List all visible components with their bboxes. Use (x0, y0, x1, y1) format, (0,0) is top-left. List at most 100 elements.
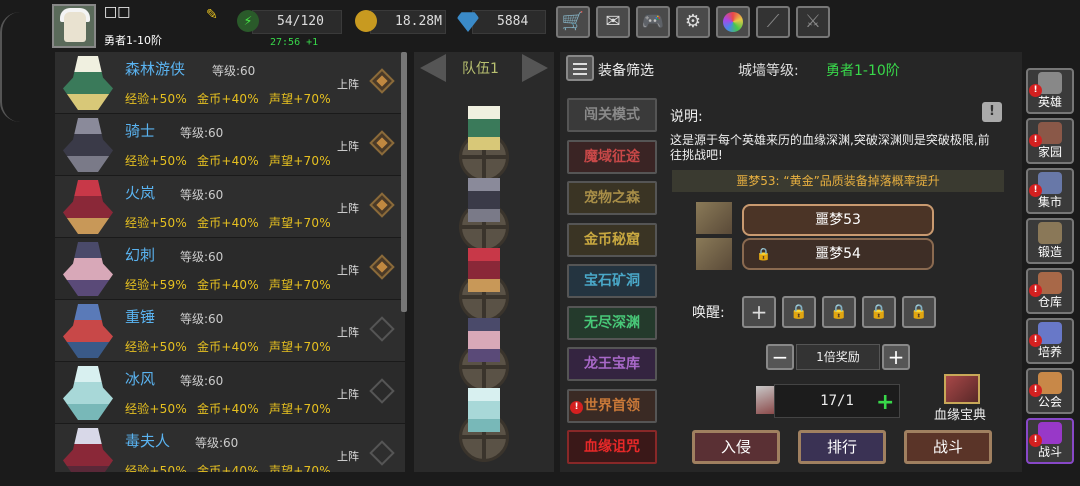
deploy-label[interactable]: 上阵 (337, 138, 359, 154)
mode-button[interactable]: 世界首领! (567, 388, 657, 423)
tier-reward-icon-1 (696, 202, 732, 234)
deploy-label[interactable]: 上阵 (337, 200, 359, 216)
hero-bonus-stats: 经验+50% 金币+40% 声望+70% (125, 152, 341, 169)
team-hero-sprite-1 (468, 106, 500, 150)
energy-timer: 27:56 +1 (270, 37, 319, 48)
mode-button[interactable]: 魔域征途 (567, 139, 657, 174)
hero-row[interactable]: 重锤 等级:60 经验+50% 金币+40% 声望+70% 上阵 (55, 300, 405, 362)
mode-label: 宠物之森 (584, 190, 640, 206)
mode-button[interactable]: 无尽深渊 (567, 305, 657, 340)
heroes-nav[interactable]: ! 英雄 (1026, 68, 1074, 114)
nav-label: 仓库 (1037, 295, 1062, 309)
mode-button[interactable]: 宠物之森 (567, 181, 657, 215)
shop-button[interactable]: 🛒 (556, 6, 590, 38)
mode-button[interactable]: 闯关模式 (567, 98, 657, 132)
deploy-label[interactable]: 上阵 (337, 448, 359, 464)
filter-label[interactable]: 装备筛选 (598, 60, 654, 80)
exp-bonus: 经验+50% (125, 92, 187, 106)
hero-name: 火岚 (125, 184, 156, 202)
tier-nightmare-54[interactable]: 🔒 噩梦54 (742, 238, 934, 270)
player-avatar[interactable] (52, 4, 96, 48)
hero-sprite (63, 242, 113, 296)
awaken-locked-slot-2[interactable]: 🔒 (822, 296, 856, 328)
filter-menu-button[interactable] (566, 55, 594, 81)
exp-bonus: 经验+50% (125, 216, 187, 230)
deployed-diamond-icon[interactable] (369, 68, 395, 94)
fame-bonus: 声望+70% (268, 340, 331, 354)
nightmare-bonus-bar: 噩梦53: “黄金”品质装备掉落概率提升 (672, 170, 1004, 192)
settings-button[interactable]: ⚙ (676, 6, 710, 38)
mode-label: 闯关模式 (584, 107, 640, 123)
awaken-locked-slot-4[interactable]: 🔒 (902, 296, 936, 328)
battle-button[interactable]: ⚔ (796, 6, 830, 38)
edit-name-icon[interactable]: ✎ (206, 7, 222, 23)
deploy-label[interactable]: 上阵 (337, 386, 359, 402)
mode-button[interactable]: 宝石矿洞 (567, 264, 657, 298)
awaken-add-slot[interactable]: + (742, 296, 776, 328)
team-next-arrow-icon[interactable] (522, 54, 548, 82)
battle-nav[interactable]: ! 战斗 (1026, 418, 1074, 464)
guild-nav[interactable]: ! 公会 (1026, 368, 1074, 414)
multiplier-decrease-button[interactable]: − (766, 344, 794, 370)
mode-button[interactable]: 血缘诅咒 (567, 430, 657, 464)
hero-list[interactable]: 森林游侠 等级:60 经验+50% 金币+40% 声望+70% 上阵 骑士 等级:6… (55, 52, 405, 472)
training-nav[interactable]: ! 培养 (1026, 318, 1074, 364)
hero-bonus-stats: 经验+59% 金币+40% 声望+70% (125, 276, 341, 293)
team-label: 队伍1 (462, 61, 499, 77)
homeland-nav[interactable]: ! 家园 (1026, 118, 1074, 164)
hero-level: 等级:60 (180, 188, 224, 202)
mode-button[interactable]: 金币秘窟 (567, 222, 657, 257)
lock-icon: 🔒 (870, 304, 888, 320)
exp-bonus: 经验+50% (125, 402, 187, 416)
awaken-locked-slot-1[interactable]: 🔒 (782, 296, 816, 328)
nav-label: 战斗 (1037, 445, 1062, 459)
hero-sprite (63, 118, 113, 172)
empty-diamond-icon[interactable] (369, 316, 395, 342)
hero-row[interactable]: 幻刺 等级:60 经验+59% 金币+40% 声望+70% 上阵 (55, 238, 405, 300)
deploy-label[interactable]: 上阵 (337, 76, 359, 92)
bloodline-book-icon[interactable] (944, 374, 980, 404)
plus-icon: + (887, 345, 905, 369)
ranking-button[interactable]: 排行 (798, 430, 886, 464)
deployed-diamond-icon[interactable] (369, 130, 395, 156)
feather-button[interactable]: ⟋ (756, 6, 790, 38)
color-wheel-icon (723, 12, 743, 32)
awaken-locked-slot-3[interactable]: 🔒 (862, 296, 896, 328)
empty-diamond-icon[interactable] (369, 378, 395, 404)
team-prev-arrow-icon[interactable] (420, 54, 446, 82)
empty-diamond-icon[interactable] (369, 440, 395, 466)
tier-nightmare-53[interactable]: 噩梦53 (742, 204, 934, 236)
warehouse-nav[interactable]: ! 仓库 (1026, 268, 1074, 314)
hero-row[interactable]: 森林游侠 等级:60 经验+50% 金币+40% 声望+70% 上阵 (55, 52, 405, 114)
hero-row[interactable]: 火岚 等级:60 经验+50% 金币+40% 声望+70% 上阵 (55, 176, 405, 238)
nav-label: 集市 (1037, 195, 1062, 209)
mode-button[interactable]: 龙王宝库 (567, 347, 657, 381)
gamepad-button[interactable]: 🎮 (636, 6, 670, 38)
color-wheel-button[interactable] (716, 6, 750, 38)
gold-coin-icon (355, 10, 377, 32)
deployed-diamond-icon[interactable] (369, 254, 395, 280)
hero-row[interactable]: 毒夫人 等级:60 经验+50% 金币+40% 声望+70% 上阵 (55, 424, 405, 472)
invade-button[interactable]: 入侵 (692, 430, 780, 464)
fight-button[interactable]: 战斗 (904, 430, 992, 464)
multiplier-increase-button[interactable]: + (882, 344, 910, 370)
hero-level: 等级:60 (180, 250, 224, 264)
deployed-diamond-icon[interactable] (369, 192, 395, 218)
player-name: □□ (104, 4, 131, 20)
add-key-button[interactable]: + (876, 390, 894, 415)
hero-level: 等级:60 (180, 126, 224, 140)
hero-sprite (63, 56, 113, 110)
mail-button[interactable]: ✉ (596, 6, 630, 38)
help-icon[interactable]: ! (982, 102, 1002, 122)
bloodline-book-label[interactable]: 血缘宝典 (934, 404, 986, 423)
deploy-label[interactable]: 上阵 (337, 262, 359, 278)
multiplier-value: 1倍奖励 (796, 344, 880, 370)
hero-row[interactable]: 冰风 等级:60 经验+50% 金币+40% 声望+70% 上阵 (55, 362, 405, 424)
mode-label: 世界首领 (584, 397, 640, 414)
hero-row[interactable]: 骑士 等级:60 经验+50% 金币+40% 声望+70% 上阵 (55, 114, 405, 176)
forge-nav[interactable]: 锻造 (1026, 218, 1074, 264)
hero-list-scrollbar[interactable] (401, 52, 407, 312)
deploy-label[interactable]: 上阵 (337, 324, 359, 340)
gamepad-icon: 🎮 (641, 11, 665, 32)
market-nav[interactable]: ! 集市 (1026, 168, 1074, 214)
